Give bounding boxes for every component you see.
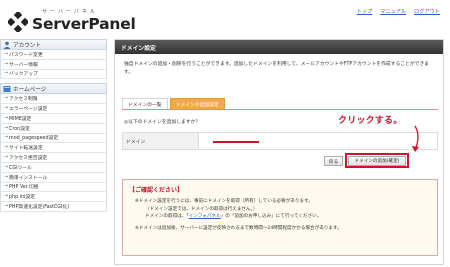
sidebar-item-access-deny[interactable]: → アクセス拒否設定 — [0, 153, 107, 163]
sidebar-section-title: ホームページ — [13, 86, 47, 93]
sidebar-item-server-info[interactable]: → サーバー情報 — [0, 59, 107, 70]
sidebar-item-label: サイト転送設定 — [9, 146, 43, 152]
notice-text-part: 」の「追加のお申し込み」にて行ってください。 — [220, 214, 322, 220]
sidebar-item-label: php.ini設定 — [9, 195, 35, 201]
sidebar-item-label: PHP Ver.切替 — [9, 185, 39, 191]
sidebar-item-cgi-tools[interactable]: → CGIツール — [0, 162, 107, 173]
book-icon — [3, 86, 11, 93]
sidebar-item-label: アクセス制限 — [9, 97, 38, 103]
notice-title: 【ご確認ください】 — [129, 187, 184, 194]
notice-box: 【ご確認ください】 ※ドメイン設定を行うには、事前にドメインを取得（所有）してい… — [122, 179, 438, 256]
logout-link[interactable]: ログアウト — [414, 8, 440, 15]
sidebar-item-label: サーバー情報 — [9, 62, 38, 68]
sidebar-item-label: MIME設定 — [9, 116, 32, 122]
back-button[interactable]: 戻る — [324, 156, 343, 166]
sidebar-item-label: アクセス拒否設定 — [9, 156, 48, 162]
sidebar-item-label: バックアップ — [9, 72, 38, 78]
sidebar-item-label: 簡単インストール — [9, 175, 48, 181]
sidebar-item-php-ini[interactable]: → php.ini設定 — [0, 192, 107, 203]
sidebar-item-backup[interactable]: → バックアップ — [0, 69, 107, 80]
domain-settings-panel: ドメイン設定 独自ドメインの追加・削除を行うことができます。追加したドメインを利… — [114, 39, 444, 265]
add-button-highlight: ドメインの追加(確定) — [345, 153, 409, 168]
sidebar-item-php-fastcgi[interactable]: → PHP高速化設定(FastCGI化) — [0, 202, 107, 212]
sidebar-item-mime[interactable]: → MIME設定 — [0, 113, 107, 124]
sidebar: アカウント → パスワード変更 → サーバー情報 → バックアップ ホームページ → ア… — [0, 39, 107, 267]
notice-text-part: ドメインの取得は、「 — [145, 214, 189, 220]
info-panel-link[interactable]: インフォパネル — [189, 214, 221, 219]
notice-line: （ドメイン設定では、ドメインの取得は行えません。） — [145, 206, 258, 212]
sidebar-item-error-page[interactable]: → エラーページ設定 — [0, 104, 107, 114]
add-domain-confirm-button[interactable]: ドメインの追加(確定) — [348, 155, 406, 166]
sidebar-item-access-restriction[interactable]: → アクセス制限 — [0, 94, 107, 105]
sidebar-section-title: アカウント — [13, 42, 41, 49]
notice-text: ※ドメイン設定を行うには、事前にドメインを取得（所有）している必要があります。 … — [135, 198, 435, 232]
sidebar-item-label: パスワード変更 — [9, 52, 43, 58]
top-link[interactable]: トップ — [357, 8, 373, 15]
sidebar-item-label: CGIツール — [9, 165, 32, 171]
logo-diamond-icon — [8, 12, 28, 32]
user-icon — [3, 41, 11, 49]
sidebar-item-pagespeed[interactable]: → mod_pagespeed設定 — [0, 133, 107, 144]
sidebar-item-password[interactable]: → パスワード変更 — [0, 50, 107, 60]
sidebar-item-easy-install[interactable]: → 簡単インストール — [0, 172, 107, 183]
sidebar-item-site-redirect[interactable]: → サイト転送設定 — [0, 143, 107, 154]
sidebar-section-account: アカウント — [0, 39, 107, 50]
logo-title: ServerPanel — [32, 15, 136, 33]
sidebar-item-label: Cron設定 — [9, 126, 30, 132]
logo-subtitle: サーバーパネル — [42, 9, 98, 15]
sidebar-item-label: エラーページ設定 — [9, 107, 48, 113]
sidebar-item-php-version[interactable]: → PHP Ver.切替 — [0, 182, 107, 193]
notice-line: ※ドメイン設定を行うには、事前にドメインを取得（所有）している必要があります。 — [135, 199, 313, 204]
sidebar-item-label: mod_pagespeed設定 — [9, 136, 59, 142]
sidebar-item-label: PHP高速化設定(FastCGI化) — [9, 205, 70, 211]
manual-link[interactable]: マニュアル — [380, 8, 406, 15]
top-links: トップ マニュアル ログアウト — [357, 8, 440, 15]
notice-line: ドメインの取得は、「インフォパネル」の「追加のお申し込み」にて行ってください。 — [135, 213, 435, 221]
sidebar-section-homepage: ホームページ — [0, 83, 107, 95]
logo: サーバーパネル ServerPanel — [8, 6, 148, 34]
sidebar-item-cron[interactable]: → Cron設定 — [0, 123, 107, 134]
notice-line: ※ドメインは追加後、サーバーに設定が反映されるまで数時間〜24時間程度かかる場合… — [135, 225, 342, 231]
